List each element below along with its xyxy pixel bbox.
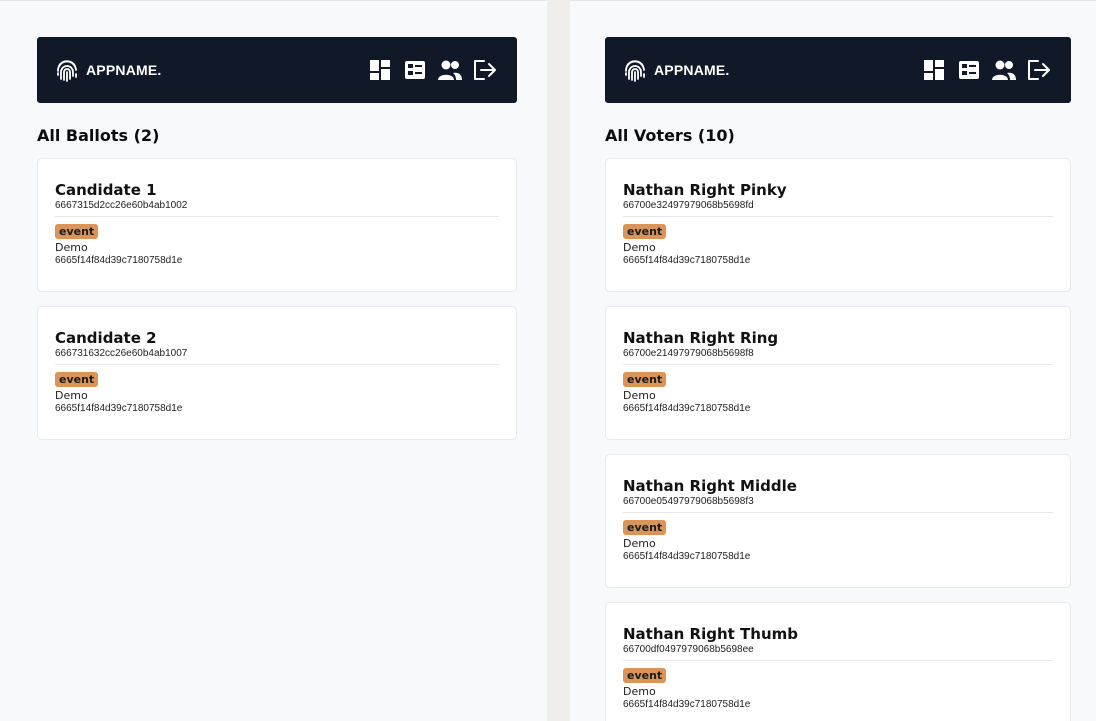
- ballot-list-icon[interactable]: [956, 57, 982, 83]
- event-name: Demo: [623, 241, 656, 254]
- page-title: All Ballots (2): [37, 126, 160, 145]
- page-title: All Voters (10): [605, 126, 735, 145]
- voter-name: Nathan Right Thumb: [623, 625, 799, 643]
- event-id: 6665f14f84d39c7180758d1e: [623, 699, 751, 710]
- event-id: 6665f14f84d39c7180758d1e: [623, 255, 751, 266]
- ballot-list: Candidate 1 6667315d2cc26e60b4ab1002 eve…: [37, 158, 517, 454]
- voter-card[interactable]: Nathan Right Pinky 66700e32497979068b569…: [605, 158, 1071, 292]
- event-id: 6665f14f84d39c7180758d1e: [55, 255, 183, 266]
- users-icon[interactable]: [437, 57, 463, 83]
- voter-list: Nathan Right Pinky 66700e32497979068b569…: [605, 158, 1071, 721]
- voter-id: 66700df0497979068b5698ee: [623, 644, 1053, 661]
- brand-name: APPNAME.: [86, 62, 162, 78]
- ballots-panel: APPNAME. All Ballots (2) Candidate 1 666…: [0, 0, 547, 721]
- top-navbar: APPNAME.: [37, 37, 517, 103]
- voter-id: 66700e21497979068b5698f8: [623, 348, 1053, 365]
- ballot-title: Candidate 1: [55, 181, 157, 199]
- brand[interactable]: APPNAME.: [54, 57, 162, 83]
- ballot-id: 6667315d2cc26e60b4ab1002: [55, 200, 499, 217]
- event-name: Demo: [55, 241, 88, 254]
- event-name: Demo: [623, 537, 656, 550]
- fingerprint-icon: [622, 57, 648, 83]
- event-name: Demo: [55, 389, 88, 402]
- logout-icon[interactable]: [1026, 57, 1052, 83]
- logout-icon[interactable]: [472, 57, 498, 83]
- event-badge: event: [623, 372, 667, 387]
- voter-name: Nathan Right Ring: [623, 329, 779, 347]
- top-navbar: APPNAME.: [605, 37, 1071, 103]
- ballot-list-icon[interactable]: [402, 57, 428, 83]
- voters-panel: APPNAME. All Voters (10) Nathan Right Pi…: [570, 0, 1096, 721]
- ballot-card[interactable]: Candidate 2 666731632cc26e60b4ab1007 eve…: [37, 306, 517, 440]
- dashboard-icon[interactable]: [367, 57, 393, 83]
- voter-card[interactable]: Nathan Right Thumb 66700df0497979068b569…: [605, 602, 1071, 721]
- event-name: Demo: [623, 389, 656, 402]
- ballot-card[interactable]: Candidate 1 6667315d2cc26e60b4ab1002 eve…: [37, 158, 517, 292]
- event-name: Demo: [623, 685, 656, 698]
- voter-name: Nathan Right Pinky: [623, 181, 787, 199]
- event-id: 6665f14f84d39c7180758d1e: [55, 403, 183, 414]
- event-badge: event: [55, 372, 99, 387]
- brand[interactable]: APPNAME.: [622, 57, 730, 83]
- voter-name: Nathan Right Middle: [623, 477, 797, 495]
- users-icon[interactable]: [991, 57, 1017, 83]
- voter-card[interactable]: Nathan Right Ring 66700e21497979068b5698…: [605, 306, 1071, 440]
- ballot-id: 666731632cc26e60b4ab1007: [55, 348, 499, 365]
- event-badge: event: [623, 520, 667, 535]
- voter-card[interactable]: Nathan Right Middle 66700e05497979068b56…: [605, 454, 1071, 588]
- voter-id: 66700e05497979068b5698f3: [623, 496, 1053, 513]
- event-id: 6665f14f84d39c7180758d1e: [623, 551, 751, 562]
- event-badge: event: [55, 224, 99, 239]
- nav-icons: [367, 57, 498, 83]
- fingerprint-icon: [54, 57, 80, 83]
- ballot-title: Candidate 2: [55, 329, 157, 347]
- brand-name: APPNAME.: [654, 62, 730, 78]
- nav-icons: [921, 57, 1052, 83]
- event-id: 6665f14f84d39c7180758d1e: [623, 403, 751, 414]
- voter-id: 66700e32497979068b5698fd: [623, 200, 1053, 217]
- dashboard-icon[interactable]: [921, 57, 947, 83]
- event-badge: event: [623, 224, 667, 239]
- event-badge: event: [623, 668, 667, 683]
